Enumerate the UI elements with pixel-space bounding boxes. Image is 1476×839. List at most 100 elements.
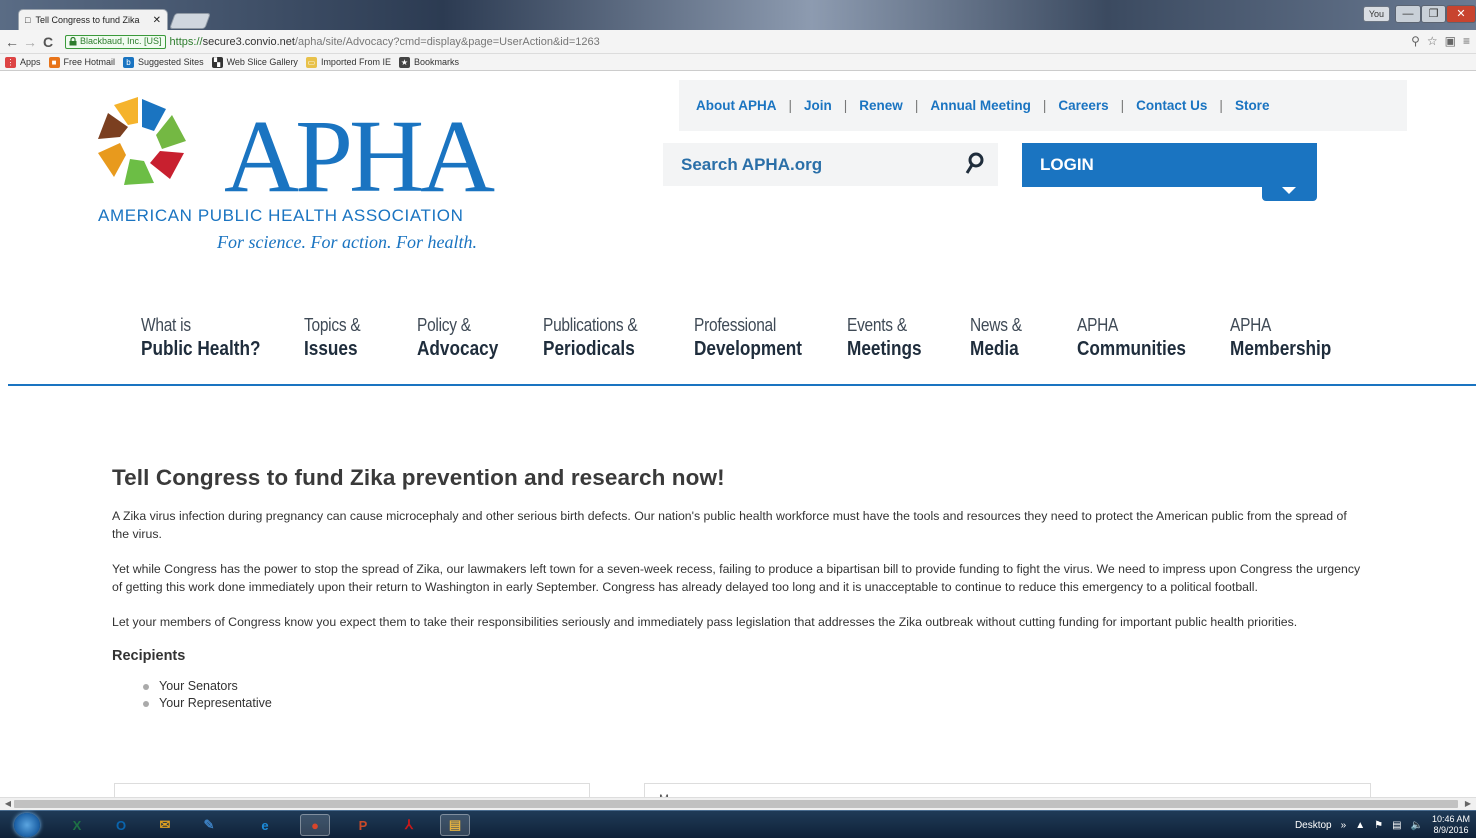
utility-link[interactable]: About APHA: [696, 98, 777, 113]
utility-link[interactable]: Store: [1235, 98, 1270, 113]
address-bar[interactable]: Blackbaud, Inc. [US] https://secure3.con…: [65, 33, 1385, 50]
bookmark-item[interactable]: ▚ Web Slice Gallery: [211, 56, 298, 68]
lock-icon: [69, 37, 77, 46]
secure-badge[interactable]: Blackbaud, Inc. [US]: [65, 34, 166, 49]
star-icon[interactable]: ☆: [1427, 34, 1438, 48]
minimize-button[interactable]: —: [1395, 5, 1421, 23]
utility-link[interactable]: Contact Us: [1136, 98, 1207, 113]
main-nav-item[interactable]: APHA Communities: [1077, 315, 1204, 361]
browser-tab[interactable]: □ Tell Congress to fund Zika ✕: [18, 9, 168, 30]
tray-up-icon[interactable]: ▲: [1355, 820, 1365, 831]
maximize-button[interactable]: ❐: [1421, 5, 1446, 23]
clock-time: 10:46 AM: [1431, 814, 1470, 824]
tab-close-icon[interactable]: ✕: [153, 15, 161, 26]
recipient-item: Your Representative: [143, 695, 1362, 712]
form-panel-left: [114, 783, 590, 797]
desktop-toolbar-label[interactable]: Desktop: [1295, 820, 1332, 831]
main-nav-item-bottom: Media: [970, 338, 1019, 360]
apha-flower-icon: [98, 97, 186, 185]
extension-icon[interactable]: ▣: [1445, 34, 1456, 48]
url-scheme: https://: [169, 35, 203, 48]
bookmark-item[interactable]: ▭ Imported From IE: [305, 56, 391, 68]
new-tab-button[interactable]: [169, 13, 211, 29]
recipient-label: Your Senators: [159, 679, 238, 693]
web-page: APHA AMERICAN PUBLIC HEALTH ASSOCIATION …: [8, 71, 1476, 797]
main-nav-item-bottom: Meetings: [847, 338, 922, 360]
clock[interactable]: 10:46 AM 8/9/2016: [1432, 814, 1470, 836]
main-nav-item[interactable]: News & Media: [970, 315, 1030, 361]
taskbar-app[interactable]: ●: [300, 814, 330, 836]
scroll-left-icon[interactable]: ◀: [2, 798, 14, 810]
horizontal-scrollbar[interactable]: ◀ ▶: [0, 797, 1476, 810]
search-icon[interactable]: [964, 151, 986, 175]
profile-button[interactable]: You: [1362, 6, 1390, 22]
main-nav-item-bottom: Periodicals: [543, 338, 635, 360]
main-nav-item-bottom: Membership: [1230, 338, 1332, 360]
close-window-button[interactable]: ✕: [1446, 5, 1476, 23]
taskbar-app[interactable]: e: [250, 814, 280, 836]
search-input[interactable]: [681, 154, 951, 175]
taskbar-app[interactable]: O: [106, 814, 136, 836]
windows-icon: ■: [48, 56, 60, 68]
taskbar-app[interactable]: ⅄: [394, 814, 424, 836]
taskbar-app[interactable]: ▤: [440, 814, 470, 836]
volume-icon[interactable]: 🔈: [1411, 820, 1423, 831]
main-nav-item[interactable]: Policy & Advocacy: [417, 315, 512, 361]
main-nav-item[interactable]: Topics & Issues: [304, 315, 370, 361]
network-icon[interactable]: ▤: [1392, 820, 1401, 831]
body-paragraph: A Zika virus infection during pregnancy …: [112, 509, 1347, 541]
bookmark-item[interactable]: b Suggested Sites: [123, 56, 204, 68]
scroll-thumb[interactable]: [14, 800, 1458, 808]
utility-link[interactable]: Join: [804, 98, 832, 113]
login-label: LOGIN: [1040, 155, 1094, 174]
tagline: For science. For action. For health.: [217, 232, 477, 252]
mail-icon: ✉: [159, 817, 171, 832]
reload-icon[interactable]: C: [39, 34, 57, 50]
main-nav-item[interactable]: APHA Membership: [1230, 315, 1348, 361]
star-icon: ★: [398, 56, 410, 68]
pdf-icon: ⅄: [405, 817, 413, 832]
secure-label: Blackbaud, Inc. [US]: [80, 36, 162, 46]
scroll-right-icon[interactable]: ▶: [1462, 798, 1474, 810]
apha-logo[interactable]: APHA AMERICAN PUBLIC HEALTH ASSOCIATION …: [94, 93, 495, 263]
main-nav-item[interactable]: Events & Meetings: [847, 315, 934, 361]
utility-link[interactable]: Renew: [859, 98, 903, 113]
main-nav-item-bottom: Communities: [1077, 338, 1186, 360]
taskbar-app[interactable]: X: [62, 814, 92, 836]
bookmark-item[interactable]: ★ Bookmarks: [398, 56, 459, 68]
flag-icon[interactable]: ⚑: [1374, 820, 1383, 831]
pen-icon: ✎: [203, 817, 215, 832]
taskbar-app[interactable]: ✎: [194, 814, 224, 836]
action-alert: Tell Congress to fund Zika prevention an…: [112, 465, 1362, 712]
back-arrow-icon[interactable]: ←: [3, 34, 21, 50]
form-panel-right: M: [644, 783, 1371, 797]
taskbar-app[interactable]: ✉: [150, 814, 180, 836]
utility-link[interactable]: Annual Meeting: [930, 98, 1031, 113]
main-nav-item-bottom: Issues: [304, 338, 358, 360]
site-search: [663, 143, 998, 186]
main-nav-item-top: News &: [970, 315, 1022, 335]
apps-grid-icon: ⋮: [5, 56, 16, 68]
bookmark-label: Apps: [20, 57, 41, 67]
logo-wordmark: APHA: [224, 99, 495, 214]
start-button[interactable]: [14, 813, 40, 837]
taskbar-app[interactable]: P: [348, 814, 378, 836]
main-nav-item[interactable]: Professional Development: [694, 315, 820, 361]
ie-icon: e: [261, 817, 269, 833]
forward-arrow-icon[interactable]: →: [21, 34, 39, 50]
tab-title: Tell Congress to fund Zika: [35, 15, 140, 25]
bookmark-item[interactable]: ■ Free Hotmail: [48, 56, 115, 68]
recipients-heading: Recipients: [112, 648, 186, 664]
main-nav-item[interactable]: What is Public Health?: [141, 315, 280, 361]
main-nav-item[interactable]: Publications & Periodicals: [543, 315, 653, 361]
bookmark-item[interactable]: ⋮ Apps: [5, 56, 41, 68]
chevron-icon[interactable]: »: [1341, 820, 1347, 831]
main-nav-item-top: Policy &: [417, 315, 471, 335]
zoom-icon[interactable]: ⚲: [1411, 34, 1420, 48]
menu-icon[interactable]: ≡: [1463, 34, 1470, 48]
utility-separator: |: [914, 98, 919, 113]
main-nav-item-bottom: Public Health?: [141, 338, 261, 360]
login-dropdown-toggle[interactable]: [1262, 187, 1317, 201]
login-button[interactable]: LOGIN: [1022, 143, 1317, 187]
utility-link[interactable]: Careers: [1058, 98, 1108, 113]
